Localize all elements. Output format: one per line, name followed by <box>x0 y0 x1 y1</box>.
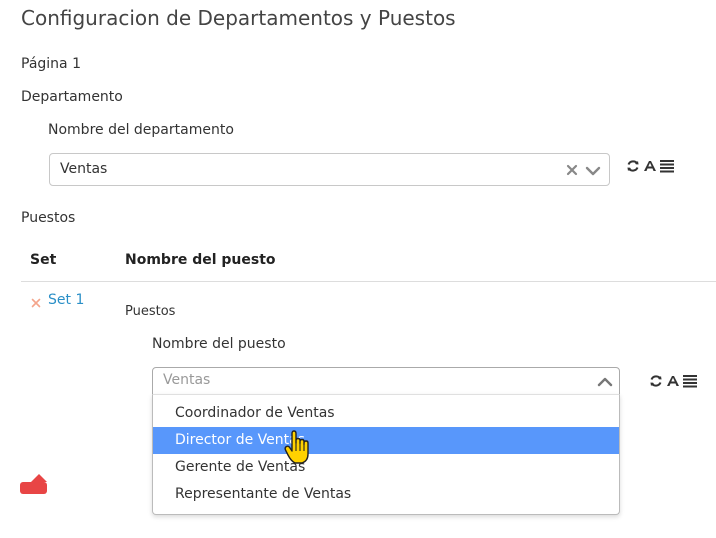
dropdown-option-highlighted[interactable]: Director de Ventas <box>153 427 619 454</box>
column-header-set: Set <box>30 252 57 268</box>
set-1-link[interactable]: Set 1 <box>48 292 84 308</box>
departamento-section-label: Departamento <box>21 89 123 105</box>
page-title: Configuracion de Departamentos y Puestos <box>21 6 456 30</box>
chevron-down-icon[interactable] <box>585 163 601 182</box>
dropdown-option[interactable]: Gerente de Ventas <box>153 454 619 481</box>
puestos-section-label: Puestos <box>21 210 76 226</box>
list-icon[interactable] <box>683 373 697 388</box>
departamento-select[interactable]: Ventas <box>49 153 610 186</box>
text-format-icon[interactable] <box>643 158 657 172</box>
list-icon[interactable] <box>660 158 674 173</box>
column-header-nombre-puesto: Nombre del puesto <box>125 252 276 268</box>
puesto-field-label: Nombre del puesto <box>152 336 286 352</box>
table-divider <box>21 281 716 282</box>
dropdown-option[interactable]: Representante de Ventas <box>153 481 619 508</box>
text-format-icon[interactable] <box>666 373 680 387</box>
puesto-toolbar <box>649 373 697 388</box>
remove-icon[interactable] <box>20 474 49 498</box>
page-label: Página 1 <box>21 56 81 72</box>
remove-set-icon[interactable] <box>31 293 41 312</box>
departamento-toolbar <box>626 158 674 173</box>
refresh-icon[interactable] <box>626 158 640 172</box>
puestos-inner-label: Puestos <box>125 304 176 319</box>
clear-icon[interactable] <box>565 162 579 181</box>
hand-cursor-icon <box>284 430 310 472</box>
puesto-select-placeholder: Ventas <box>163 372 211 388</box>
departamento-select-value: Ventas <box>60 161 108 177</box>
puesto-select[interactable]: Ventas <box>152 367 620 395</box>
departamento-field-label: Nombre del departamento <box>48 122 234 138</box>
dropdown-option[interactable]: Coordinador de Ventas <box>153 400 619 427</box>
puesto-dropdown: Coordinador de Ventas Director de Ventas… <box>152 394 620 515</box>
refresh-icon[interactable] <box>649 373 663 387</box>
chevron-up-icon[interactable] <box>597 374 613 393</box>
